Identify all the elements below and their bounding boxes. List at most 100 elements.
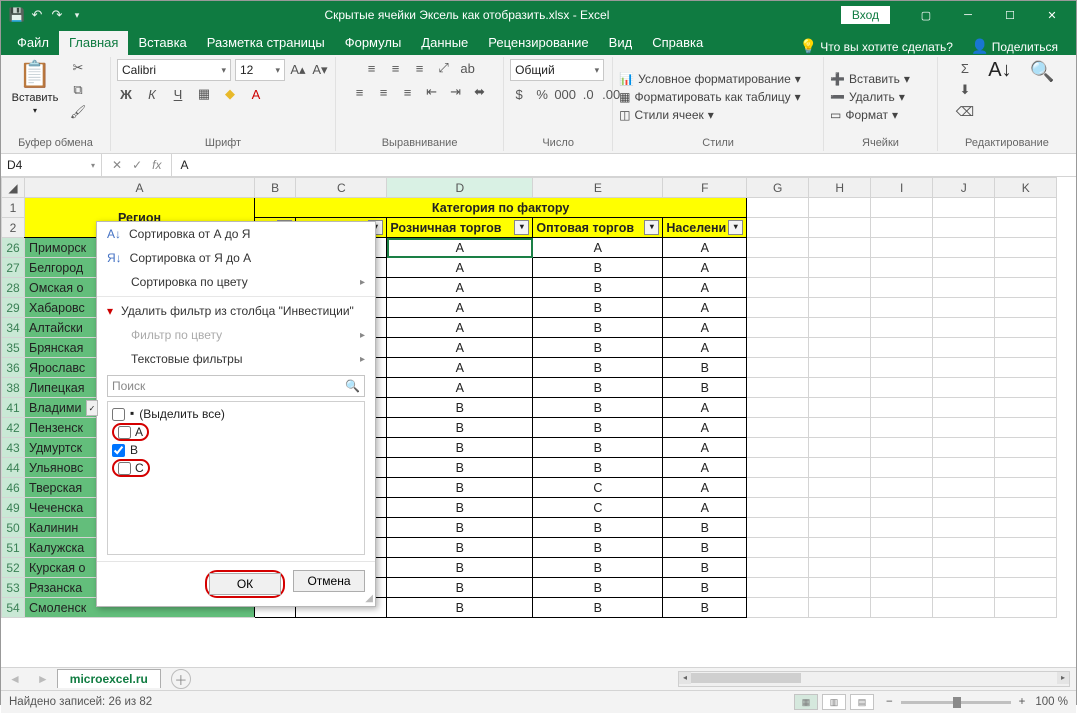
fill-icon[interactable]: ⬇ [956, 81, 974, 99]
sort-filter-button[interactable]: A↓ [984, 59, 1016, 82]
cell[interactable]: B [533, 358, 663, 378]
filter-icon[interactable]: ▾ [514, 220, 529, 235]
filter-values-list[interactable]: ▪(Выделить все) A B C [107, 401, 365, 555]
qat-dropdown-icon[interactable]: ▾ [69, 7, 85, 23]
row-header-41[interactable]: 41 [2, 398, 25, 418]
cell[interactable] [995, 378, 1057, 398]
cell[interactable] [809, 538, 871, 558]
cell[interactable] [809, 338, 871, 358]
cell[interactable]: B [663, 358, 747, 378]
cell[interactable] [995, 298, 1057, 318]
cell[interactable] [809, 318, 871, 338]
cell[interactable] [747, 418, 809, 438]
cell[interactable] [933, 478, 995, 498]
cell[interactable] [933, 518, 995, 538]
find-select-button[interactable]: 🔍 [1026, 59, 1058, 84]
cell[interactable]: B [387, 478, 533, 498]
paste-button[interactable]: 📋 Вставить ▾ [7, 59, 63, 115]
tab-page-layout[interactable]: Разметка страницы [197, 31, 335, 55]
filter-search[interactable]: Поиск🔍 [107, 375, 365, 397]
cell[interactable]: A [387, 258, 533, 278]
row-header-44[interactable]: 44 [2, 458, 25, 478]
save-icon[interactable]: 💾 [9, 7, 25, 23]
cell[interactable]: B [387, 578, 533, 598]
cell[interactable]: A [663, 298, 747, 318]
cell[interactable] [871, 378, 933, 398]
col-J[interactable]: J [933, 178, 995, 198]
cell[interactable] [995, 498, 1057, 518]
underline-button[interactable]: Ч [169, 85, 187, 103]
conditional-formatting-button[interactable]: 📊Условное форматирование ▾ [619, 72, 801, 86]
cell[interactable] [747, 578, 809, 598]
cell[interactable] [933, 498, 995, 518]
cell[interactable]: B [533, 558, 663, 578]
decrease-indent-icon[interactable]: ⇤ [423, 83, 441, 101]
row-header-1[interactable]: 1 [2, 198, 25, 218]
row-header-38[interactable]: 38 [2, 378, 25, 398]
fill-color-icon[interactable]: ◆ [221, 85, 239, 103]
tab-review[interactable]: Рецензирование [478, 31, 598, 55]
col-C[interactable]: C [296, 178, 387, 198]
cell[interactable] [995, 258, 1057, 278]
cell[interactable]: A [387, 298, 533, 318]
cell[interactable] [933, 258, 995, 278]
sheet-nav-prev[interactable]: ◄ [1, 672, 29, 686]
cell[interactable] [809, 578, 871, 598]
zoom-out-icon[interactable]: − [886, 696, 893, 708]
cell[interactable] [933, 458, 995, 478]
zoom-in-icon[interactable]: + [1019, 696, 1026, 708]
cell[interactable] [995, 438, 1057, 458]
cell[interactable] [747, 358, 809, 378]
col-E[interactable]: E [533, 178, 663, 198]
cell[interactable]: B [663, 598, 747, 618]
scroll-left-icon[interactable]: ◂ [679, 672, 691, 684]
row-header-34[interactable]: 34 [2, 318, 25, 338]
row-header-2[interactable]: 2 [2, 218, 25, 238]
tab-file[interactable]: Файл [7, 31, 59, 55]
filter-opt-A[interactable]: A [112, 422, 360, 442]
cell[interactable]: B [387, 438, 533, 458]
tab-help[interactable]: Справка [642, 31, 713, 55]
cell[interactable]: A [387, 238, 533, 258]
cell[interactable]: B [533, 598, 663, 618]
cell[interactable] [809, 358, 871, 378]
cell[interactable] [747, 458, 809, 478]
cell[interactable] [995, 318, 1057, 338]
worksheet-grid[interactable]: ◢ A B C D E F G H I J K 1 Регион Категор… [1, 177, 1076, 667]
insert-cells-button[interactable]: ➕Вставить ▾ [830, 72, 910, 86]
cell[interactable] [995, 358, 1057, 378]
cell[interactable]: B [533, 538, 663, 558]
align-top-icon[interactable]: ≡ [363, 59, 381, 77]
cell[interactable] [809, 478, 871, 498]
decrease-font-icon[interactable]: A▾ [311, 61, 329, 79]
cell[interactable] [747, 238, 809, 258]
cell[interactable] [747, 538, 809, 558]
cell[interactable] [747, 258, 809, 278]
tab-insert[interactable]: Вставка [128, 31, 196, 55]
italic-button[interactable]: К [143, 85, 161, 103]
row-header-28[interactable]: 28 [2, 278, 25, 298]
sort-za[interactable]: Я↓Сортировка от Я до А [97, 246, 375, 270]
increase-decimal-icon[interactable]: .0 [579, 85, 597, 103]
cell[interactable] [995, 518, 1057, 538]
cell[interactable] [871, 418, 933, 438]
cell[interactable] [933, 538, 995, 558]
cell[interactable] [871, 258, 933, 278]
cell[interactable] [933, 318, 995, 338]
cell[interactable] [933, 438, 995, 458]
zoom-slider[interactable] [901, 701, 1011, 704]
cell[interactable]: B [533, 258, 663, 278]
zoom-percent[interactable]: 100 % [1035, 696, 1068, 708]
clear-icon[interactable]: ⌫ [956, 103, 974, 121]
row-header-42[interactable]: 42 [2, 418, 25, 438]
cell[interactable]: B [387, 558, 533, 578]
cell[interactable]: B [387, 598, 533, 618]
cell[interactable]: A [663, 478, 747, 498]
filter-icon[interactable]: ▾ [728, 220, 743, 235]
col-A[interactable]: A [25, 178, 255, 198]
cell[interactable] [995, 398, 1057, 418]
fx-icon[interactable]: fx [152, 158, 161, 172]
ribbon-display-icon[interactable]: ▢ [906, 1, 946, 29]
cell[interactable] [747, 278, 809, 298]
scroll-right-icon[interactable]: ▸ [1057, 672, 1069, 684]
